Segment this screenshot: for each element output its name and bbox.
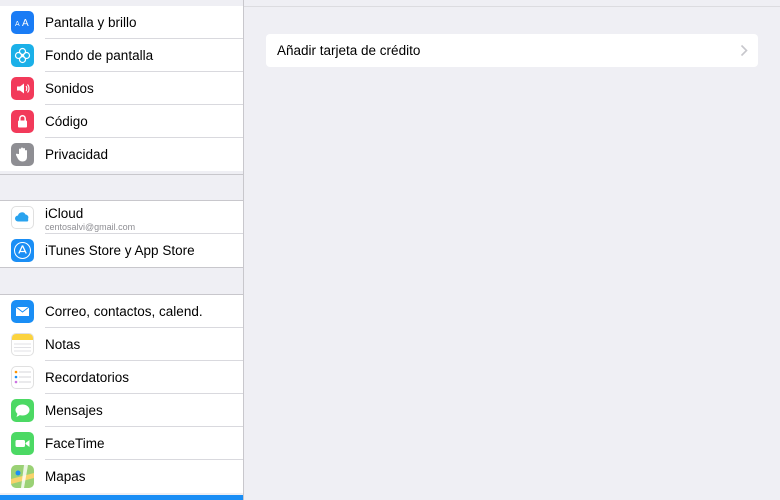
- sidebar-item-itunes-app-store[interactable]: iTunes Store y App Store: [0, 234, 243, 267]
- sidebar-item-label: FaceTime: [45, 436, 105, 451]
- icloud-icon: [11, 206, 34, 229]
- sidebar-item-icloud[interactable]: iCloud centosalvi@gmail.com: [0, 201, 243, 234]
- sidebar-item-privacidad[interactable]: Privacidad: [0, 138, 243, 171]
- sidebar-item-label: Mapas: [45, 469, 86, 484]
- speaker-icon: [11, 77, 34, 100]
- sidebar-item-label: Recordatorios: [45, 370, 130, 385]
- sidebar-item-mensajes[interactable]: Mensajes: [0, 394, 243, 427]
- settings-group-accounts: iCloud centosalvi@gmail.com iTunes Store…: [0, 201, 243, 267]
- settings-sidebar: AA Pantalla y brillo Fondo de pantalla S…: [0, 0, 243, 500]
- sidebar-item-correo[interactable]: Correo, contactos, calend.: [0, 295, 243, 328]
- group-divider: [0, 174, 243, 175]
- sidebar-item-recordatorios[interactable]: Recordatorios: [0, 361, 243, 394]
- sidebar-item-label: Correo, contactos, calend.: [45, 304, 203, 319]
- sidebar-item-codigo[interactable]: Código: [0, 105, 243, 138]
- detail-pane: Añadir tarjeta de crédito: [244, 0, 780, 500]
- sidebar-item-label: Código: [45, 114, 88, 129]
- messages-icon: [11, 399, 34, 422]
- sidebar-item-notas[interactable]: Notas: [0, 328, 243, 361]
- selected-row-highlight[interactable]: [0, 495, 243, 500]
- settings-group-display: AA Pantalla y brillo Fondo de pantalla S…: [0, 6, 243, 171]
- icloud-account-email: centosalvi@gmail.com: [45, 222, 136, 232]
- sidebar-item-label: Notas: [45, 337, 81, 352]
- wallpaper-flower-icon: [11, 44, 34, 67]
- sidebar-item-label: Mensajes: [45, 403, 103, 418]
- sidebar-item-label: Pantalla y brillo: [45, 15, 137, 30]
- settings-group-apps: Correo, contactos, calend. Notas Recorda…: [0, 295, 243, 493]
- sidebar-item-facetime[interactable]: FaceTime: [0, 427, 243, 460]
- reminders-icon: [11, 366, 34, 389]
- sidebar-item-pantalla-brillo[interactable]: AA Pantalla y brillo: [0, 6, 243, 39]
- add-credit-card-label: Añadir tarjeta de crédito: [277, 43, 421, 58]
- chevron-right-icon: [740, 44, 748, 57]
- svg-text:A: A: [15, 21, 20, 28]
- sidebar-item-fondo-pantalla[interactable]: Fondo de pantalla: [0, 39, 243, 72]
- detail-header-divider: [244, 6, 780, 7]
- lock-icon: [11, 110, 34, 133]
- sidebar-item-mapas[interactable]: Mapas: [0, 460, 243, 493]
- svg-text:A: A: [22, 18, 29, 29]
- sidebar-item-label: iCloud: [45, 206, 84, 221]
- display-brightness-icon: AA: [11, 11, 34, 34]
- maps-icon: [11, 465, 34, 488]
- notes-icon: [11, 333, 34, 356]
- hand-icon: [11, 143, 34, 166]
- sidebar-item-label: Sonidos: [45, 81, 94, 96]
- facetime-icon: [11, 432, 34, 455]
- sidebar-item-label: Privacidad: [45, 147, 109, 162]
- app-store-icon: [11, 239, 34, 262]
- mail-icon: [11, 300, 34, 323]
- add-credit-card-row[interactable]: Añadir tarjeta de crédito: [266, 34, 758, 67]
- sidebar-item-sonidos[interactable]: Sonidos: [0, 72, 243, 105]
- sidebar-item-label: Fondo de pantalla: [45, 48, 154, 63]
- group-divider: [0, 267, 243, 268]
- sidebar-item-label: iTunes Store y App Store: [45, 243, 195, 258]
